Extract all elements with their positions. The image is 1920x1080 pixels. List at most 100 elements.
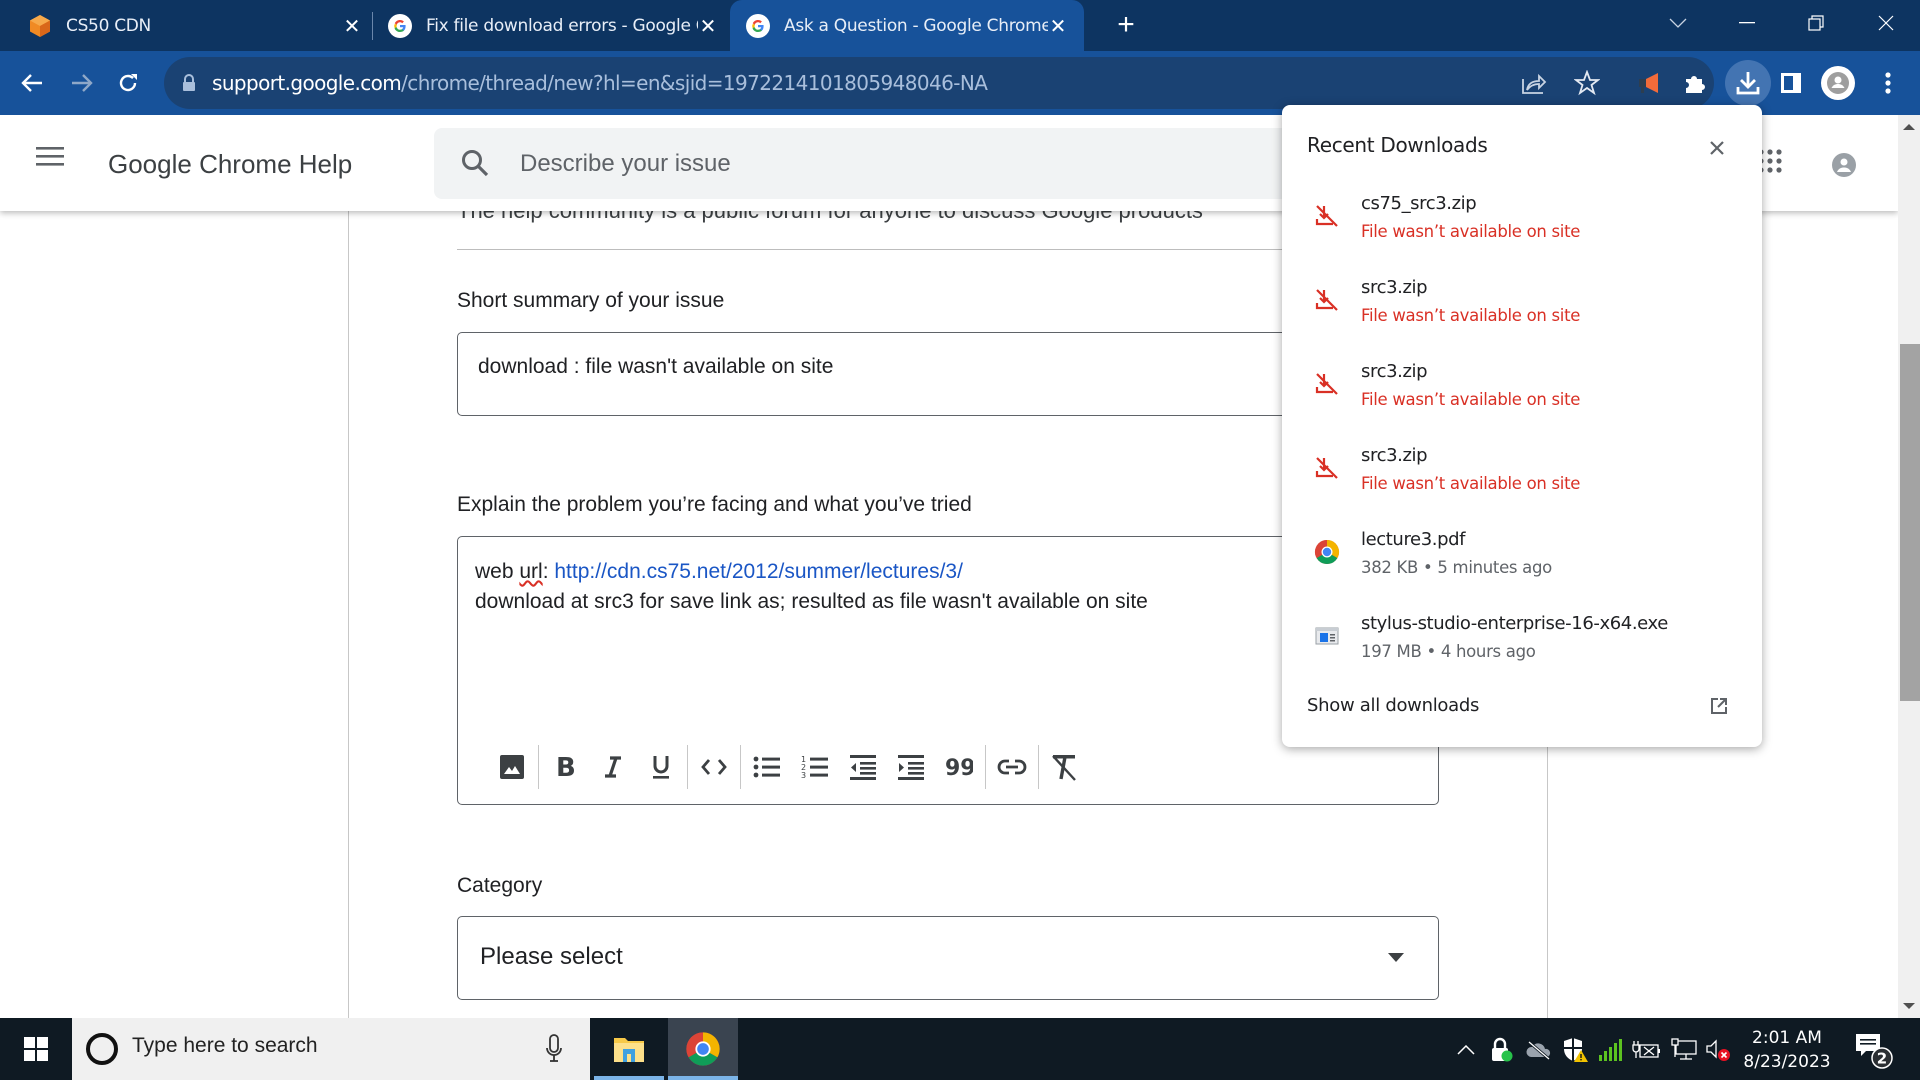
code-button[interactable]: [690, 743, 738, 791]
download-item[interactable]: lecture3.pdf 382 KB • 5 minutes ago: [1282, 529, 1762, 613]
close-window-button[interactable]: [1856, 0, 1916, 45]
text-run: web: [475, 560, 520, 583]
scroll-up-arrow-icon[interactable]: [1903, 124, 1915, 130]
open-downloads-page-button[interactable]: [1710, 697, 1728, 719]
tray-onedrive[interactable]: [1524, 1036, 1554, 1064]
help-search-box[interactable]: [434, 128, 1334, 199]
quote-button[interactable]: 99: [935, 743, 983, 791]
category-select[interactable]: Please select: [457, 916, 1439, 1000]
tray-network[interactable]: [1596, 1036, 1624, 1064]
taskbar-chrome[interactable]: [668, 1018, 738, 1080]
extension-megaphone-button[interactable]: [1632, 65, 1668, 101]
details-line-1: web url: http://cdn.cs75.net/2012/summer…: [475, 557, 1148, 587]
extensions-button[interactable]: [1677, 65, 1713, 101]
details-link[interactable]: http://cdn.cs75.net/2012/summer/lectures…: [554, 560, 963, 583]
download-filename: cs75_src3.zip: [1361, 193, 1477, 214]
clear-formatting-button[interactable]: [1041, 743, 1089, 791]
tab-search-button[interactable]: [1648, 0, 1708, 45]
taskbar-search-box[interactable]: [72, 1018, 590, 1080]
insert-link-button[interactable]: [988, 743, 1036, 791]
scrollbar-thumb[interactable]: [1900, 344, 1920, 701]
main-menu-button[interactable]: [36, 145, 72, 181]
summary-label: Short summary of your issue: [457, 289, 725, 312]
page-scrollbar[interactable]: [1898, 115, 1920, 1018]
numbered-list-button[interactable]: 123: [791, 743, 839, 791]
link-icon: [997, 759, 1027, 775]
new-tab-button[interactable]: +: [1110, 10, 1142, 42]
insert-image-button[interactable]: [488, 743, 536, 791]
side-panel-button[interactable]: [1773, 65, 1809, 101]
chrome-menu-button[interactable]: [1870, 65, 1906, 101]
bookmark-button[interactable]: [1569, 65, 1605, 101]
tab-title: Fix file download errors - Google Chrome…: [426, 15, 698, 36]
url-host: support.google.com: [212, 71, 402, 95]
italic-button[interactable]: [589, 743, 637, 791]
toolbar-separator: [687, 745, 688, 789]
formatting-toolbar: B 123 99: [488, 742, 1089, 792]
tray-battery[interactable]: [1630, 1036, 1662, 1064]
scroll-down-arrow-icon[interactable]: [1903, 1003, 1915, 1009]
details-textarea[interactable]: web url: http://cdn.cs75.net/2012/summer…: [475, 557, 1148, 617]
taskbar-search-input[interactable]: [132, 1034, 532, 1058]
restore-button[interactable]: [1786, 0, 1846, 45]
taskbar-file-explorer[interactable]: [594, 1018, 664, 1080]
close-downloads-button[interactable]: [1702, 133, 1732, 163]
download-item[interactable]: cs75_src3.zip File wasn’t available on s…: [1282, 193, 1762, 277]
underline-button[interactable]: [637, 743, 685, 791]
url-text[interactable]: support.google.com/chrome/thread/new?hl=…: [212, 71, 988, 95]
chrome-icon: [686, 1032, 720, 1066]
site-title[interactable]: Google Chrome Help: [108, 149, 352, 180]
download-item[interactable]: src3.zip File wasn’t available on site: [1282, 445, 1762, 529]
bold-button[interactable]: B: [541, 743, 589, 791]
share-button[interactable]: [1516, 65, 1552, 101]
recent-downloads-panel: Recent Downloads cs75_src3.zip File wasn…: [1282, 105, 1762, 747]
extensions-puzzle-icon: [1686, 76, 1705, 93]
back-button[interactable]: [12, 63, 52, 103]
tray-volume[interactable]: [1704, 1036, 1732, 1064]
download-filename: src3.zip: [1361, 445, 1428, 466]
decrease-indent-icon: [850, 755, 876, 780]
reload-button[interactable]: [108, 63, 148, 103]
tray-windows-security[interactable]: [1560, 1036, 1590, 1064]
address-bar[interactable]: support.google.com/chrome/thread/new?hl=…: [164, 57, 1714, 109]
download-item[interactable]: stylus-studio-enterprise-16-x64.exe 197 …: [1282, 613, 1762, 697]
show-all-downloads-link[interactable]: Show all downloads: [1307, 695, 1479, 716]
tray-display[interactable]: [1668, 1036, 1700, 1064]
close-tab-icon[interactable]: ✕: [1048, 14, 1068, 38]
tab-cs50-cdn[interactable]: CS50 CDN ✕: [28, 0, 362, 51]
microphone-icon[interactable]: [546, 1034, 562, 1064]
close-icon: [1878, 15, 1894, 30]
download-item[interactable]: src3.zip File wasn’t available on site: [1282, 361, 1762, 445]
profile-button[interactable]: [1820, 65, 1856, 101]
forward-button[interactable]: [62, 63, 102, 103]
misspelled-word[interactable]: url: [519, 560, 542, 583]
start-button[interactable]: [0, 1018, 72, 1080]
increase-indent-button[interactable]: [887, 743, 935, 791]
close-tab-icon[interactable]: ✕: [342, 14, 362, 38]
increase-indent-icon: [898, 755, 924, 780]
divider: [457, 249, 1284, 250]
running-indicator: [668, 1076, 738, 1080]
toolbar-separator: [740, 745, 741, 789]
show-hidden-icons-button[interactable]: [1452, 1036, 1480, 1064]
tab-ask-a-question[interactable]: Ask a Question - Google Chrome Help ✕: [730, 0, 1084, 51]
decrease-indent-button[interactable]: [839, 743, 887, 791]
running-indicator: [594, 1076, 664, 1080]
bulleted-list-button[interactable]: [743, 743, 791, 791]
taskbar-clock[interactable]: 2:01 AM 8/23/2023: [1730, 1026, 1844, 1074]
close-tab-icon[interactable]: ✕: [698, 14, 718, 38]
tab-fix-download-errors[interactable]: Fix file download errors - Google Chrome…: [388, 0, 718, 51]
search-icon: [462, 150, 489, 177]
clock-date: 8/23/2023: [1743, 1052, 1831, 1072]
tray-vpn-lock[interactable]: [1488, 1036, 1516, 1064]
back-icon: [21, 74, 42, 92]
search-input[interactable]: [520, 144, 1280, 184]
svg-text:3: 3: [801, 771, 806, 779]
action-center-button[interactable]: 2: [1854, 1032, 1896, 1075]
downloads-button[interactable]: [1725, 60, 1771, 106]
account-button[interactable]: [1832, 153, 1856, 177]
summary-input[interactable]: [478, 355, 1378, 379]
download-item[interactable]: src3.zip File wasn’t available on site: [1282, 277, 1762, 361]
minimize-button[interactable]: [1717, 0, 1777, 45]
signal-strength-icon: [1599, 1039, 1622, 1061]
